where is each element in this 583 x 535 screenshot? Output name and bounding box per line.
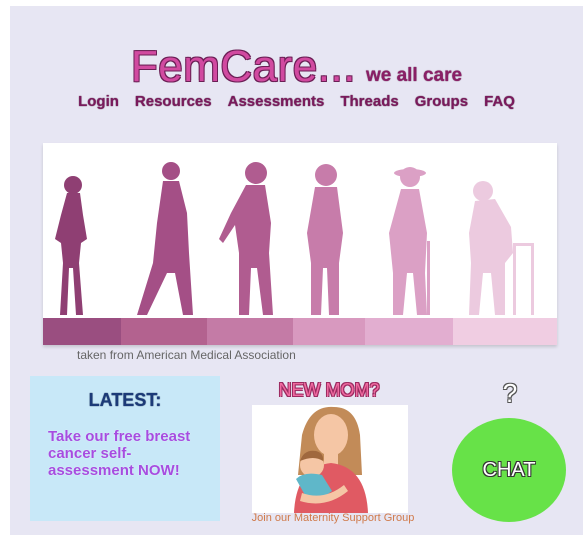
chat-button[interactable]: CHAT bbox=[452, 418, 566, 522]
brand-tagline: we all care bbox=[365, 65, 463, 86]
main-nav: Login Resources Assessments Threads Grou… bbox=[10, 93, 583, 110]
latest-panel: LATEST: Take our free breast cancer self… bbox=[30, 376, 220, 521]
page-background: FemCare... we all care Login Resources As… bbox=[10, 6, 583, 535]
nav-threads[interactable]: Threads bbox=[340, 93, 398, 110]
figure-teen bbox=[137, 162, 193, 315]
new-mom-title: NEW MOM? bbox=[278, 380, 380, 400]
women-life-stages-illustration bbox=[43, 162, 557, 345]
nav-groups[interactable]: Groups bbox=[415, 93, 468, 110]
figure-elderly-with-walker bbox=[469, 181, 534, 315]
self-assessment-promo-link[interactable]: Take our free breast cancer self-assessm… bbox=[48, 428, 213, 479]
nav-assessments[interactable]: Assessments bbox=[228, 93, 325, 110]
figure-middle-age bbox=[307, 164, 343, 315]
figure-senior-with-cane bbox=[389, 167, 430, 315]
maternity-support-group-link[interactable]: Join our Maternity Support Group bbox=[228, 512, 438, 524]
figure-girl bbox=[55, 176, 87, 315]
chat-button-label: CHAT bbox=[482, 458, 536, 481]
nav-resources[interactable]: Resources bbox=[135, 93, 212, 110]
hero-banner-image bbox=[43, 143, 557, 345]
latest-title: LATEST: bbox=[88, 390, 162, 410]
brand-logo[interactable]: FemCare... bbox=[131, 42, 356, 91]
mother-baby-illustration bbox=[294, 406, 368, 513]
figure-adult bbox=[219, 162, 273, 315]
site-header: FemCare... we all care bbox=[10, 42, 583, 92]
nav-login[interactable]: Login bbox=[78, 93, 119, 110]
mother-with-baby-image bbox=[252, 405, 408, 513]
question-mark-icon: ? bbox=[502, 378, 518, 408]
nav-faq[interactable]: FAQ bbox=[484, 93, 515, 110]
banner-caption: taken from American Medical Association bbox=[77, 348, 296, 362]
